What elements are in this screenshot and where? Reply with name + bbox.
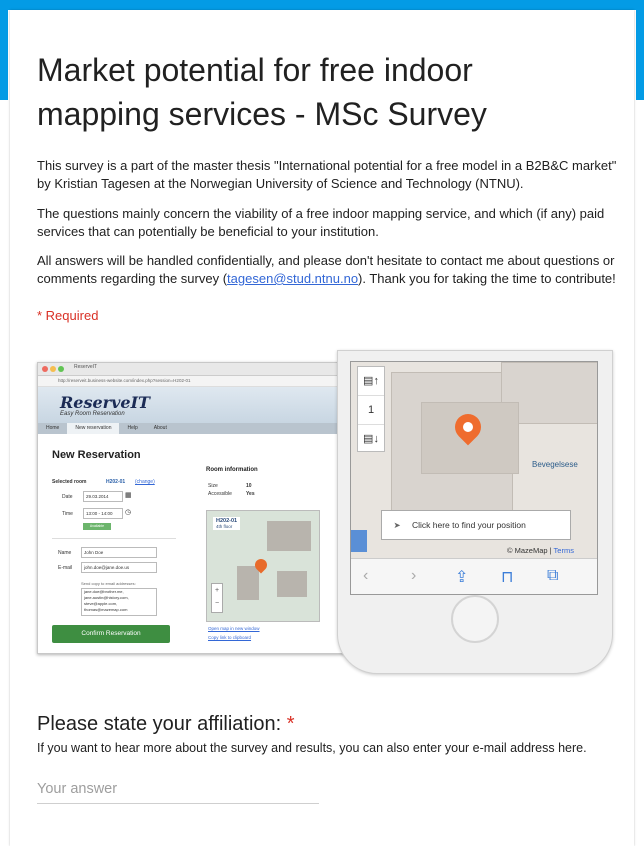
copy-link: Copy link to clipboard xyxy=(208,635,252,640)
email-label: E-mail xyxy=(58,565,73,571)
reserveit-logo: ReserveIT xyxy=(60,393,150,412)
nav-about: About xyxy=(153,425,167,431)
available-badge: Available xyxy=(83,523,111,530)
question-help-text: If you want to hear more about the surve… xyxy=(37,741,587,755)
new-reservation-heading: New Reservation xyxy=(52,449,141,461)
floor-controls: ▤↑ 1 ▤↓ xyxy=(357,366,385,452)
floor-down-icon: ▤↓ xyxy=(363,433,379,445)
close-dot-icon xyxy=(42,366,48,372)
reserveit-nav: Home New reservation Help About xyxy=(38,423,350,434)
floor-number: 1 xyxy=(358,396,384,425)
header-accent-right xyxy=(636,0,644,100)
browser-tab-title: ReserveIT xyxy=(74,364,98,370)
date-field: 29.03.2014 xyxy=(83,491,123,502)
map-blue-marker xyxy=(351,530,367,552)
form-description-1: This survey is a part of the master thes… xyxy=(37,158,617,191)
email-field: john.doe@jane.doe.us xyxy=(81,562,157,573)
header-accent-left xyxy=(0,0,8,100)
date-label: Date xyxy=(62,494,73,500)
nav-home: Home xyxy=(46,425,60,431)
accessible-label: Accessible xyxy=(208,491,232,497)
size-label: Size xyxy=(208,483,218,489)
navigation-arrow-icon: ➤ xyxy=(393,520,401,530)
phone-home-button xyxy=(451,595,499,643)
question-title: Please state your affiliation: * xyxy=(37,713,295,735)
name-label: Name xyxy=(58,550,72,556)
share-icon: ⇪ xyxy=(455,569,469,586)
time-label: Time xyxy=(62,511,73,517)
copy-label: Send copy to email addresses: xyxy=(81,581,136,586)
room-info-title: Room information xyxy=(206,467,258,473)
maximize-dot-icon xyxy=(58,366,64,372)
copy-emails-field: jane.doe@brother.me, jane.austin@history… xyxy=(81,588,157,616)
phone-mockup: ▤↑ 1 ▤↓ Bevegelsese ➤ Click here to find … xyxy=(337,350,613,674)
bookmarks-icon: ⊓ xyxy=(501,569,514,586)
mini-map-room-label: H202-01 4th floor xyxy=(213,517,241,530)
form-description-3: All answers will be handled confidential… xyxy=(37,253,616,286)
required-star: * xyxy=(286,713,295,735)
calendar-icon: ▦ xyxy=(125,492,132,499)
mini-map: H202-01 4th floor + − xyxy=(206,510,320,622)
browser-url: http://reserveit.business-website.com/in… xyxy=(38,376,350,387)
form-title: Market potential for free indoor mapping… xyxy=(37,52,487,132)
map-attribution: © MazeMap | Terms xyxy=(507,546,574,555)
accessible-value: Yes xyxy=(246,491,255,497)
browser-toolbar: ‹ › ⇪ ⊓ ⧉ xyxy=(351,558,597,594)
affiliation-answer-input[interactable]: Your answer xyxy=(37,781,319,804)
reserveit-tagline: Easy Room Reservation xyxy=(60,411,125,417)
selected-room-label: Selected room xyxy=(52,479,87,485)
confirm-reservation-button: Confirm Reservation xyxy=(52,625,170,643)
name-field: John Doe xyxy=(81,547,157,558)
floor-up-icon: ▤↑ xyxy=(358,367,384,396)
zoom-controls: + − xyxy=(211,583,223,613)
clock-icon: ◷ xyxy=(125,509,132,516)
size-value: 10 xyxy=(246,483,252,489)
selected-room-value: H202-01 xyxy=(106,479,126,485)
back-icon: ‹ xyxy=(363,567,369,584)
map-label: Bevegelsese xyxy=(532,460,578,469)
forward-icon: › xyxy=(411,567,417,584)
minimize-dot-icon xyxy=(50,366,56,372)
form-description-2: The questions mainly concern the viabili… xyxy=(37,206,605,239)
change-room-link: (change) xyxy=(135,479,155,485)
header-illustration: ReserveIT http://reserveit.business-webs… xyxy=(37,350,613,674)
phone-map-screen: ▤↑ 1 ▤↓ Bevegelsese ➤ Click here to find … xyxy=(350,361,598,595)
find-position-bar: ➤ Click here to find your position xyxy=(381,510,571,540)
header-accent-bar xyxy=(0,0,644,10)
required-note: * Required xyxy=(37,308,99,323)
nav-new-reservation: New reservation xyxy=(67,423,120,434)
tabs-icon: ⧉ xyxy=(547,567,559,584)
contact-email-link[interactable]: tagesen@stud.ntnu.no xyxy=(227,271,358,286)
open-map-link: Open map in new window xyxy=(208,626,260,631)
time-field: 13:00 - 14:00 xyxy=(83,508,123,519)
nav-help: Help xyxy=(127,425,138,431)
browser-mockup: ReserveIT http://reserveit.business-webs… xyxy=(37,362,351,654)
